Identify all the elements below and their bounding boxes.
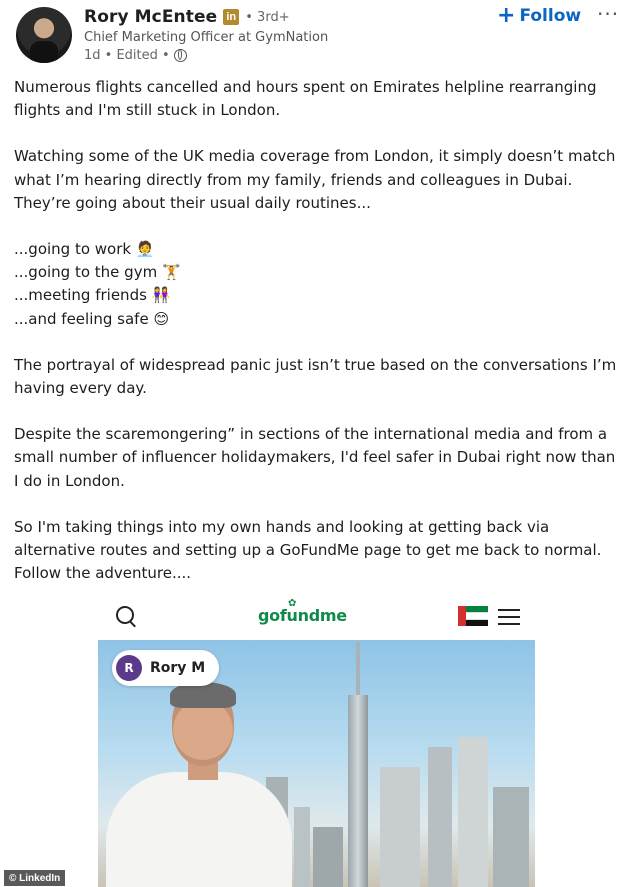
gofundme-logo-text: gofundme — [258, 606, 347, 625]
menu-icon — [498, 609, 520, 630]
skyline-building — [380, 767, 420, 887]
post-paragraph: The portrayal of widespread panic just i… — [14, 355, 617, 398]
uae-flag-icon — [458, 606, 488, 626]
follow-button[interactable]: + Follow — [497, 5, 581, 27]
post-paragraph: Watching some of the UK media coverage f… — [14, 147, 616, 212]
list-item: ...going to work 🧑‍💼 — [14, 240, 155, 259]
post-meta-text: 1d • Edited • — [84, 48, 170, 63]
author-name-row: Rory McEntee in • 3rd+ — [84, 7, 290, 27]
skyline-building — [493, 787, 529, 887]
plus-icon: + — [497, 3, 516, 28]
gofundme-logo: ✿ gofundme — [258, 598, 347, 625]
more-options-icon[interactable]: ··· — [597, 2, 619, 26]
search-icon — [116, 606, 134, 624]
globe-icon — [173, 49, 187, 62]
burj-tower — [348, 695, 368, 887]
post-text: Numerous flights cancelled and hours spe… — [14, 76, 624, 608]
chip-name: Rory M — [150, 660, 206, 676]
embedded-gofundme-header: ✿ gofundme — [98, 598, 535, 638]
person-body — [106, 772, 292, 887]
list-item: ...and feeling safe 😊 — [14, 309, 170, 328]
author-headline: Chief Marketing Officer at GymNation — [84, 30, 329, 45]
skyline-building — [313, 827, 343, 887]
post-paragraph: Despite the scaremongering” in sections … — [14, 425, 616, 490]
linkedin-premium-icon: in — [223, 9, 240, 25]
list-item: ...going to the gym 🏋️ — [14, 263, 181, 282]
list-item: ...meeting friends 👭 — [14, 286, 171, 305]
post-meta: 1d • Edited • — [84, 48, 187, 63]
author-avatar[interactable] — [16, 7, 72, 63]
chip-avatar: R — [116, 655, 142, 681]
author-name[interactable]: Rory McEntee — [84, 7, 217, 27]
burj-spire — [356, 642, 360, 702]
sprout-icon: ✿ — [288, 598, 297, 609]
skyline-building — [294, 807, 310, 887]
post-paragraph: So I'm taking things into my own hands a… — [14, 517, 602, 583]
linkedin-watermark: © LinkedIn — [4, 870, 66, 886]
skyline-building — [428, 747, 452, 887]
connection-degree: • 3rd+ — [245, 9, 290, 25]
post-list: ...going to work 🧑‍💼 ...going to the gym… — [14, 238, 624, 331]
skyline-building — [458, 737, 488, 887]
post-image[interactable]: R Rory M — [98, 640, 535, 887]
fundraiser-name-chip: R Rory M — [112, 650, 220, 686]
post-paragraph: Numerous flights cancelled and hours spe… — [14, 78, 597, 120]
follow-label: Follow — [519, 6, 582, 26]
